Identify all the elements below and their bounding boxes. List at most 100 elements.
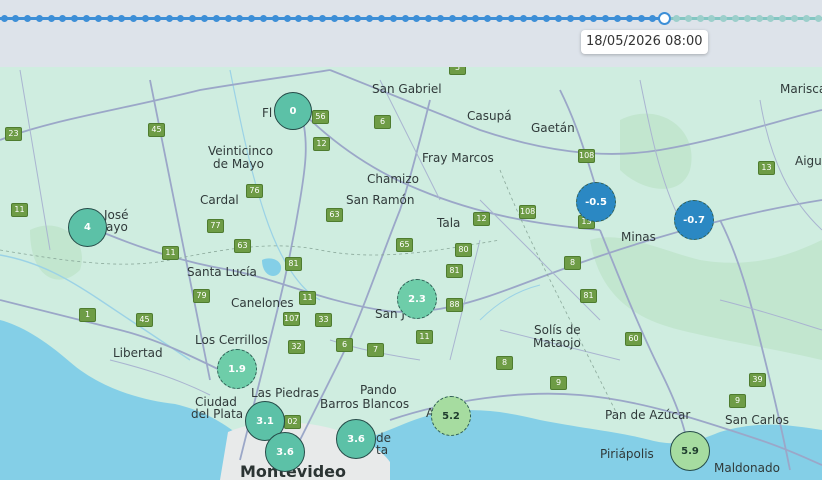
timeline-step[interactable]	[814, 15, 822, 22]
marker-minas-west[interactable]: -0.5	[576, 182, 616, 222]
timeline-step[interactable]	[260, 15, 268, 22]
timeline-step[interactable]	[779, 15, 787, 22]
timeline-step[interactable]	[94, 15, 102, 22]
timeline-step[interactable]	[271, 15, 279, 22]
timeline-step[interactable]	[637, 15, 645, 22]
timeline-step[interactable]	[401, 15, 409, 22]
timeline-step[interactable]	[83, 15, 91, 22]
timeline-step[interactable]	[330, 15, 338, 22]
marker-montevideo[interactable]: 3.6	[265, 432, 305, 472]
timeline-step[interactable]	[248, 15, 256, 22]
timeline-step[interactable]	[71, 15, 79, 22]
place-pan-de-azucar: Pan de Azúcar	[605, 408, 691, 422]
map[interactable]: San Gabriel Casupá Gaetán Marisca Aigua …	[0, 0, 822, 480]
timeline-step[interactable]	[142, 15, 150, 22]
timeline-step[interactable]	[165, 15, 173, 22]
timeline-step[interactable]	[495, 15, 503, 22]
place-libertad: Libertad	[113, 346, 163, 360]
marker-value: 0	[289, 105, 297, 117]
timeline-step[interactable]	[767, 15, 775, 22]
timeline-step[interactable]	[602, 15, 610, 22]
place-las-piedras: Las Piedras	[251, 386, 319, 400]
timeline-step[interactable]	[12, 15, 20, 22]
marker-value: 1.9	[228, 363, 246, 375]
place-solis-de-mataojo-2: Mataojo	[533, 336, 581, 350]
timeline-step[interactable]	[566, 15, 574, 22]
timeline-step[interactable]	[47, 15, 55, 22]
timeline-step[interactable]	[212, 15, 220, 22]
timeline-step[interactable]	[460, 15, 468, 22]
timeline-step[interactable]	[590, 15, 598, 22]
timeline-step[interactable]	[106, 15, 114, 22]
timeline-step[interactable]	[189, 15, 197, 22]
timeline-step[interactable]	[24, 15, 32, 22]
timeline-step[interactable]	[295, 15, 303, 22]
timeline-step[interactable]	[354, 15, 362, 22]
place-casupa: Casupá	[467, 109, 512, 123]
timeline-step[interactable]	[731, 15, 739, 22]
timeline-step[interactable]	[720, 15, 728, 22]
timeline-step[interactable]	[672, 15, 680, 22]
timeline-step[interactable]	[177, 15, 185, 22]
timeline-step[interactable]	[224, 15, 232, 22]
timeline-step[interactable]	[378, 15, 385, 22]
marker-piriapolis[interactable]: 5.9	[670, 431, 710, 471]
timeline-step[interactable]	[578, 15, 586, 22]
timeline-step[interactable]	[35, 15, 43, 22]
timeline-step[interactable]	[307, 15, 315, 22]
route-shield: 108	[519, 205, 536, 219]
timeline-step[interactable]	[413, 15, 421, 22]
timeline-step[interactable]	[519, 15, 527, 22]
timeline-step[interactable]	[802, 15, 810, 22]
place-veinticinco: Veinticinco	[208, 144, 274, 158]
route-shield: 80	[455, 243, 472, 257]
timeline-step[interactable]	[283, 15, 291, 22]
route-shield: 11	[416, 330, 433, 344]
timeline-step[interactable]	[472, 15, 480, 22]
route-shield: 81	[285, 257, 302, 271]
timeline-step[interactable]	[790, 15, 798, 22]
timeline-step[interactable]	[118, 15, 126, 22]
timeline-step[interactable]	[708, 15, 716, 22]
marker-pando[interactable]: 3.6	[336, 419, 376, 459]
timeline-step[interactable]	[507, 15, 515, 22]
timeline-step[interactable]	[613, 15, 621, 22]
marker-atlantida[interactable]: 5.2	[431, 396, 471, 436]
timeline-step[interactable]	[436, 15, 444, 22]
timeline-step[interactable]	[425, 15, 433, 22]
route-shield: 76	[246, 184, 263, 198]
timeline-step[interactable]	[755, 15, 763, 22]
timeline-step[interactable]	[448, 15, 456, 22]
timeline-step[interactable]	[696, 15, 704, 22]
marker-san-jacinto[interactable]: 2.3	[397, 279, 437, 319]
marker-value: 2.3	[408, 293, 426, 305]
timeline-handle[interactable]	[658, 12, 672, 25]
route-shield: 11	[299, 291, 316, 305]
timeline-step[interactable]	[389, 15, 397, 22]
timeline-step[interactable]	[649, 15, 657, 22]
timeline-step[interactable]	[319, 15, 327, 22]
timeline-step[interactable]	[554, 15, 562, 22]
timeline-step[interactable]	[153, 15, 161, 22]
timeline-step[interactable]	[0, 15, 8, 22]
timeline-step[interactable]	[684, 15, 692, 22]
route-shield: 56	[312, 110, 329, 124]
timeline-step[interactable]	[342, 15, 350, 22]
place-pando: Pando	[360, 383, 397, 397]
timeline-step[interactable]	[625, 15, 633, 22]
timeline-step[interactable]	[130, 15, 138, 22]
timeline-step[interactable]	[366, 15, 374, 22]
marker-los-cerrillos[interactable]: 1.9	[217, 349, 257, 389]
timeline-step[interactable]	[236, 15, 244, 22]
timeline-step[interactable]	[484, 15, 492, 22]
timeline-step[interactable]	[531, 15, 539, 22]
timeline-step[interactable]	[201, 15, 209, 22]
timeline-step[interactable]	[59, 15, 67, 22]
timeline-step[interactable]	[543, 15, 551, 22]
route-shield: 45	[136, 313, 153, 327]
timeline-step[interactable]	[743, 15, 751, 22]
marker-san-jose[interactable]: 4	[68, 208, 107, 247]
marker-minas-east[interactable]: -0.7	[674, 200, 714, 240]
marker-florida[interactable]: 0	[274, 92, 312, 130]
timeline-slider[interactable]: 18/05/2026 08:00	[0, 0, 822, 67]
